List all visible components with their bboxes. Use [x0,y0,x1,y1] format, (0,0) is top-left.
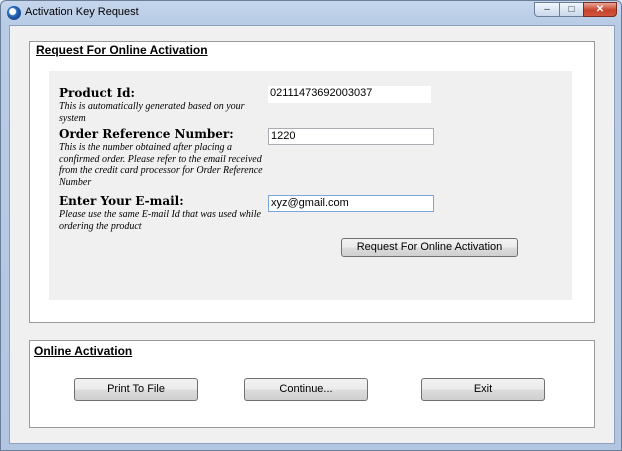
close-button[interactable]: ✕ [583,2,617,17]
app-icon [7,6,21,20]
order-ref-input[interactable]: 1220 [268,128,434,145]
window-client-area: Request For Online Activation Product Id… [9,25,615,444]
exit-button[interactable]: Exit [421,378,545,401]
request-form-panel: Product Id: This is automatically genera… [49,71,572,300]
online-activation-group: Online Activation Print To File Continue… [29,340,595,428]
product-id-hint: This is automatically generated based on… [59,101,245,124]
request-activation-group: Request For Online Activation Product Id… [29,41,595,323]
product-id-field: 02111473692003037 [268,86,431,103]
email-input[interactable]: xyz@gmail.com [268,195,434,212]
product-id-label: Product Id: [59,86,135,100]
maximize-button[interactable]: □ [559,2,584,17]
activation-window: Activation Key Request – □ ✕ Request For… [0,0,622,451]
email-hint: Please use the same E-mail Id that was u… [59,209,261,232]
print-to-file-button[interactable]: Print To File [74,378,198,401]
title-bar[interactable]: Activation Key Request – □ ✕ [1,1,621,25]
continue-button[interactable]: Continue... [244,378,368,401]
request-group-title: Request For Online Activation [36,43,208,57]
order-ref-label: Order Reference Number: [59,127,234,141]
online-group-title: Online Activation [34,344,133,358]
order-ref-hint: This is the number obtained after placin… [59,142,263,188]
email-label: Enter Your E-mail: [59,194,184,208]
minimize-button[interactable]: – [534,2,560,17]
request-online-activation-button[interactable]: Request For Online Activation [341,238,518,257]
window-title: Activation Key Request [25,6,139,18]
